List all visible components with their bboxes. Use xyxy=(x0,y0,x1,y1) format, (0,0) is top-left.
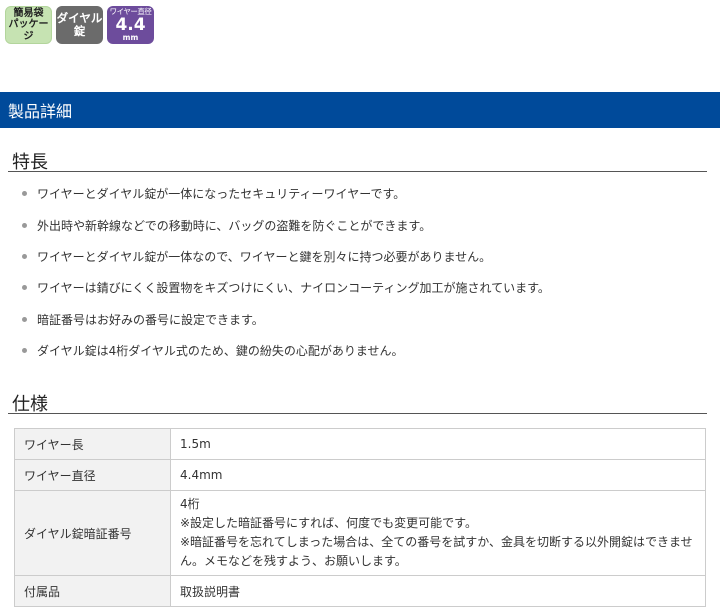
spec-value-line: ん。メモなどを残すよう、お願いします。 xyxy=(180,554,407,568)
simple-bag-package-badge: 簡易袋 パッケージ xyxy=(5,6,52,44)
feature-text: ワイヤーは錆びにくく設置物をキズつけにくい、ナイロンコーティング加工が施されてい… xyxy=(37,281,550,296)
table-row: ダイヤル錠暗証番号 4桁 ※設定した暗証番号にすれば、何度でも変更可能です。 ※… xyxy=(14,490,706,576)
dial-lock-badge: ダイヤル 錠 xyxy=(56,6,103,44)
spec-value-line: 4桁 xyxy=(180,497,200,511)
table-row: ワイヤー長 1.5m xyxy=(14,428,706,460)
list-item: ワイヤーとダイヤル錠が一体なので、ワイヤーと鍵を別々に持つ必要がありません。 xyxy=(22,241,550,272)
list-item: ワイヤーとダイヤル錠が一体になったセキュリティーワイヤーです。 xyxy=(22,178,550,209)
spec-label: 付属品 xyxy=(14,575,171,607)
bullet-icon xyxy=(22,316,27,322)
bullet-icon xyxy=(22,348,27,354)
feature-list: ワイヤーとダイヤル錠が一体になったセキュリティーワイヤーです。 外出時や新幹線な… xyxy=(22,178,550,366)
specs-divider xyxy=(8,413,707,414)
list-item: ダイヤル錠は4桁ダイヤル式のため、鍵の紛失の心配がありません。 xyxy=(22,335,550,366)
wire-diameter-badge: ワイヤー直径 4.4 mm xyxy=(107,6,154,44)
feature-text: 暗証番号はお好みの番号に設定できます。 xyxy=(37,312,264,327)
bullet-icon xyxy=(22,191,27,197)
feature-text: ワイヤーとダイヤル錠が一体なので、ワイヤーと鍵を別々に持つ必要がありません。 xyxy=(37,249,492,264)
bullet-icon xyxy=(22,285,27,291)
spec-label: ダイヤル錠暗証番号 xyxy=(14,490,171,576)
spec-label: ワイヤー長 xyxy=(14,428,171,460)
bullet-icon xyxy=(22,253,27,259)
product-detail-title: 製品詳細 xyxy=(8,102,73,121)
spec-value-line: ※暗証番号を忘れてしまった場合は、全ての番号を試すか、金具を切断する以外開錠はで… xyxy=(180,535,693,549)
feature-text: ワイヤーとダイヤル錠が一体になったセキュリティーワイヤーです。 xyxy=(37,187,406,202)
features-divider xyxy=(8,171,707,172)
spec-value: 4.4mm xyxy=(170,459,706,491)
spec-value: 1.5m xyxy=(170,428,706,460)
badge-unit: mm xyxy=(122,33,139,43)
list-item: 暗証番号はお好みの番号に設定できます。 xyxy=(22,304,550,335)
bullet-icon xyxy=(22,222,27,228)
badge-line: パッケージ xyxy=(8,19,49,42)
table-row: 付属品 取扱説明書 xyxy=(14,575,706,607)
spec-table: ワイヤー長 1.5m ワイヤー直径 4.4mm ダイヤル錠暗証番号 4桁 ※設定… xyxy=(14,428,706,607)
badge-group: 簡易袋 パッケージ ダイヤル 錠 ワイヤー直径 4.4 mm xyxy=(5,6,154,44)
spec-label: ワイヤー直径 xyxy=(14,459,171,491)
spec-value: 4桁 ※設定した暗証番号にすれば、何度でも変更可能です。 ※暗証番号を忘れてしま… xyxy=(170,490,706,576)
feature-text: ダイヤル錠は4桁ダイヤル式のため、鍵の紛失の心配がありません。 xyxy=(37,344,404,359)
badge-line: 錠 xyxy=(73,24,86,38)
list-item: ワイヤーは錆びにくく設置物をキズつけにくい、ナイロンコーティング加工が施されてい… xyxy=(22,272,550,303)
spec-value: 取扱説明書 xyxy=(170,575,706,607)
list-item: 外出時や新幹線などでの移動時に、バッグの盗難を防ぐことができます。 xyxy=(22,209,550,240)
feature-text: 外出時や新幹線などでの移動時に、バッグの盗難を防ぐことができます。 xyxy=(37,218,432,233)
badge-line: 簡易袋 xyxy=(13,7,44,19)
product-detail-header: 製品詳細 xyxy=(0,92,720,128)
spec-value-line: ※設定した暗証番号にすれば、何度でも変更可能です。 xyxy=(180,516,477,530)
table-row: ワイヤー直径 4.4mm xyxy=(14,459,706,491)
badge-value: 4.4 xyxy=(115,15,146,36)
